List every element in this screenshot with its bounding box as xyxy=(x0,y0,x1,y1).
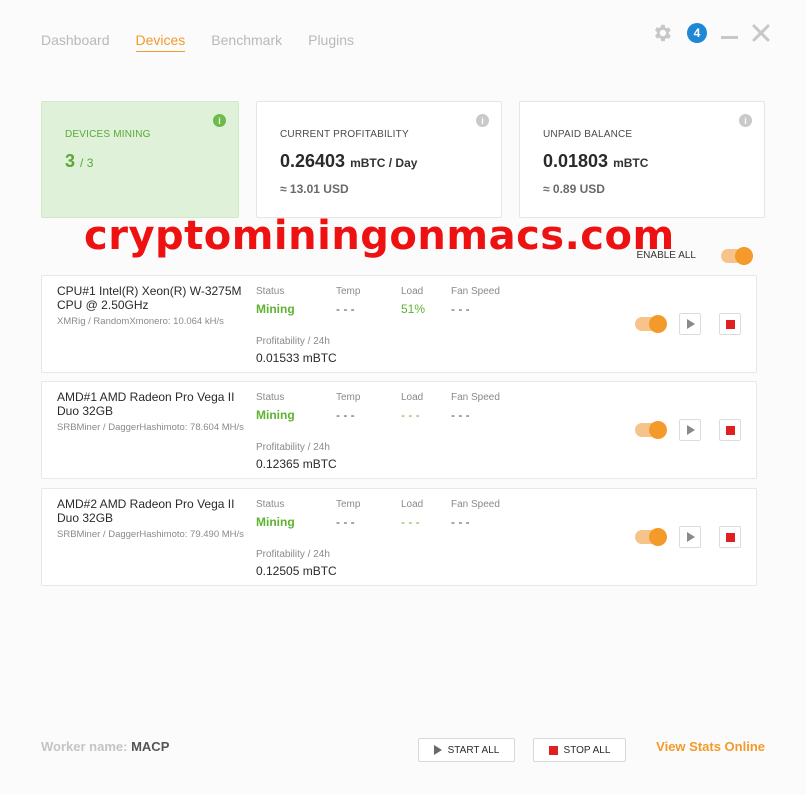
tab-benchmark[interactable]: Benchmark xyxy=(211,32,282,52)
play-button[interactable] xyxy=(679,313,701,335)
temp-label: Temp xyxy=(336,286,361,297)
temp-value: - - - xyxy=(336,408,355,422)
device-toggle[interactable] xyxy=(635,528,667,546)
worker-value: MACP xyxy=(131,739,170,754)
start-all-button[interactable]: START ALL xyxy=(418,738,515,762)
fan-label: Fan Speed xyxy=(451,499,500,510)
watermark: cryptominingonmacs.com xyxy=(84,213,675,259)
device-algo: SRBMiner / DaggerHashimoto: 79.490 MH/s xyxy=(57,529,244,540)
device-algo: SRBMiner / DaggerHashimoto: 78.604 MH/s xyxy=(57,422,244,433)
fan-label: Fan Speed xyxy=(451,286,500,297)
profit-label: Profitability / 24h xyxy=(256,549,330,560)
play-icon xyxy=(687,319,695,329)
info-icon[interactable]: i xyxy=(476,114,489,127)
fan-value: - - - xyxy=(451,515,470,529)
stop-button[interactable] xyxy=(719,526,741,548)
card-value: 0.01803 mBTC xyxy=(543,151,649,171)
load-value: - - - xyxy=(401,515,420,529)
start-all-label: START ALL xyxy=(447,744,500,756)
main-nav: Dashboard Devices Benchmark Plugins xyxy=(41,32,354,52)
temp-label: Temp xyxy=(336,499,361,510)
minimize-icon[interactable] xyxy=(721,35,738,39)
stop-all-label: STOP ALL xyxy=(563,744,611,756)
load-value: - - - xyxy=(401,408,420,422)
card-label: CURRENT PROFITABILITY xyxy=(280,129,409,140)
window-controls: 4 xyxy=(651,22,770,44)
worker-label: Worker name: xyxy=(41,739,128,754)
gear-icon[interactable] xyxy=(651,22,673,44)
enable-all-toggle[interactable] xyxy=(721,247,753,265)
card-label: UNPAID BALANCE xyxy=(543,129,633,140)
fan-value: - - - xyxy=(451,408,470,422)
device-name: CPU#1 Intel(R) Xeon(R) W-3275M CPU @ 2.5… xyxy=(57,284,242,312)
load-value: 51% xyxy=(401,302,426,316)
devices-mining-card: DEVICES MINING i 3 / 3 xyxy=(41,101,239,218)
load-label: Load xyxy=(401,286,424,297)
temp-label: Temp xyxy=(336,392,361,403)
stop-icon xyxy=(725,532,735,542)
stop-all-button[interactable]: STOP ALL xyxy=(533,738,626,762)
tab-devices[interactable]: Devices xyxy=(135,32,186,52)
profit-label: Profitability / 24h xyxy=(256,336,330,347)
profit-value: 0.01533 mBTC xyxy=(256,351,337,365)
device-name: AMD#1 AMD Radeon Pro Vega II Duo 32GB xyxy=(57,390,235,418)
close-icon[interactable] xyxy=(752,24,770,42)
info-icon[interactable]: i xyxy=(213,114,226,127)
play-button[interactable] xyxy=(679,419,701,441)
info-icon[interactable]: i xyxy=(739,114,752,127)
card-value: 0.26403 mBTC / Day xyxy=(280,151,418,171)
card-label: DEVICES MINING xyxy=(65,129,151,140)
play-button[interactable] xyxy=(679,526,701,548)
device-toggle[interactable] xyxy=(635,315,667,333)
temp-value: - - - xyxy=(336,302,355,316)
play-icon xyxy=(687,532,695,542)
profit-label: Profitability / 24h xyxy=(256,442,330,453)
stop-button[interactable] xyxy=(719,419,741,441)
status-label: Status xyxy=(256,392,285,403)
temp-value: - - - xyxy=(336,515,355,529)
view-stats-link[interactable]: View Stats Online xyxy=(656,739,765,754)
device-row: AMD#1 AMD Radeon Pro Vega II Duo 32GB SR… xyxy=(41,381,757,479)
status-label: Status xyxy=(256,286,285,297)
device-row: CPU#1 Intel(R) Xeon(R) W-3275M CPU @ 2.5… xyxy=(41,275,757,373)
device-toggle[interactable] xyxy=(635,421,667,439)
status-value: Mining xyxy=(256,408,295,422)
status-value: Mining xyxy=(256,515,295,529)
tab-dashboard[interactable]: Dashboard xyxy=(41,32,110,52)
notification-badge[interactable]: 4 xyxy=(687,23,707,43)
profitability-card: CURRENT PROFITABILITY i 0.26403 mBTC / D… xyxy=(256,101,502,218)
card-sub: ≈ 0.89 USD xyxy=(543,182,605,196)
status-label: Status xyxy=(256,499,285,510)
load-label: Load xyxy=(401,499,424,510)
play-icon xyxy=(687,425,695,435)
stop-icon xyxy=(725,425,735,435)
card-value: 3 / 3 xyxy=(65,151,94,171)
stop-icon xyxy=(725,319,735,329)
device-name: AMD#2 AMD Radeon Pro Vega II Duo 32GB xyxy=(57,497,235,525)
tab-plugins[interactable]: Plugins xyxy=(308,32,354,52)
card-sub: ≈ 13.01 USD xyxy=(280,182,349,196)
worker-name: Worker name: MACP xyxy=(41,739,169,754)
device-algo: XMRig / RandomXmonero: 10.064 kH/s xyxy=(57,316,224,327)
fan-label: Fan Speed xyxy=(451,392,500,403)
fan-value: - - - xyxy=(451,302,470,316)
stop-icon xyxy=(548,745,558,755)
balance-card: UNPAID BALANCE i 0.01803 mBTC ≈ 0.89 USD xyxy=(519,101,765,218)
stop-button[interactable] xyxy=(719,313,741,335)
enable-all-label: ENABLE ALL xyxy=(636,250,696,261)
load-label: Load xyxy=(401,392,424,403)
profit-value: 0.12505 mBTC xyxy=(256,564,337,578)
device-row: AMD#2 AMD Radeon Pro Vega II Duo 32GB SR… xyxy=(41,488,757,586)
profit-value: 0.12365 mBTC xyxy=(256,457,337,471)
play-icon xyxy=(433,745,442,755)
status-value: Mining xyxy=(256,302,295,316)
